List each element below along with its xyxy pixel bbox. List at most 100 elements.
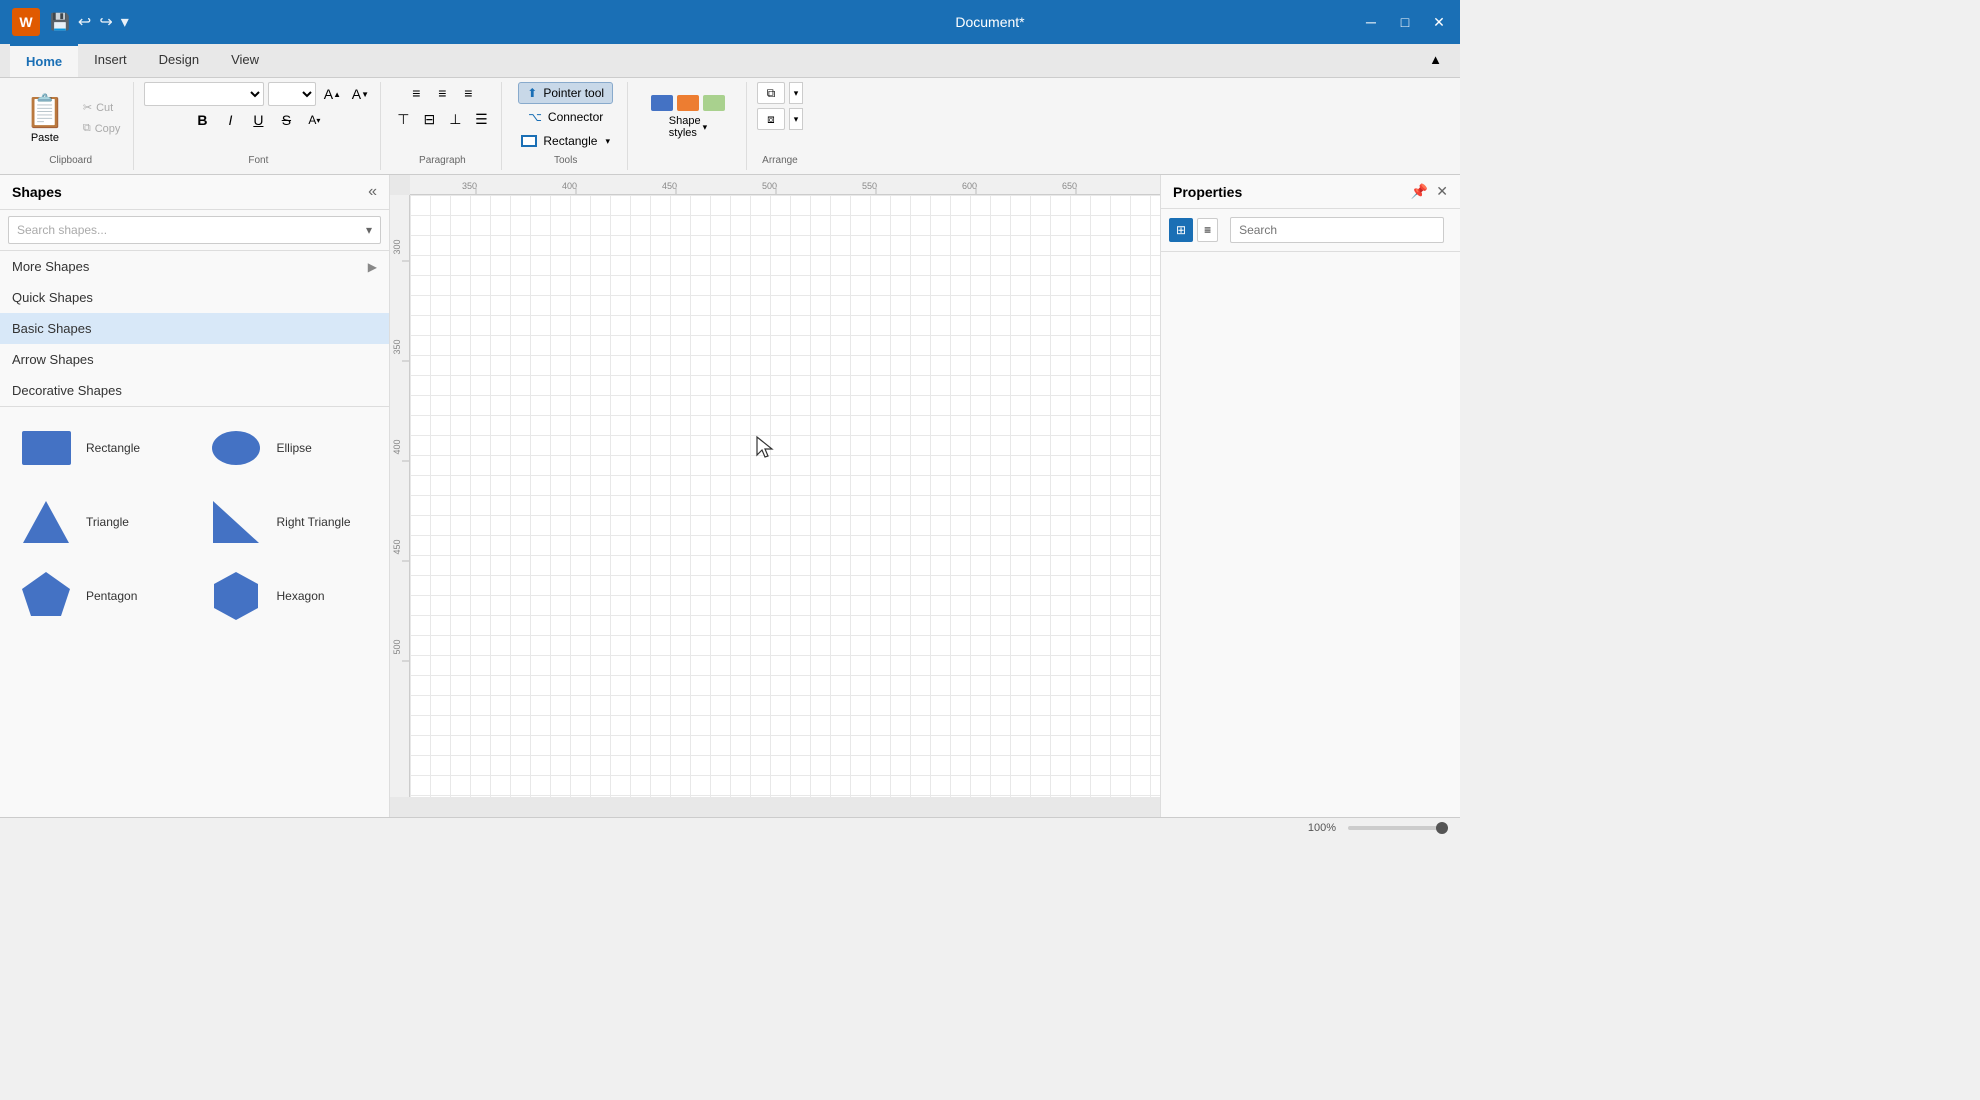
shape-styles-button[interactable]: Shapestyles ▾ <box>638 90 738 144</box>
title-bar-left: W 💾 ↩ ↪ ▾ <box>12 8 129 36</box>
rectangle-dropdown-icon[interactable]: ▾ <box>605 136 610 147</box>
tab-view[interactable]: View <box>215 44 275 77</box>
ruler-top: 350 400 450 500 550 600 650 700 750 <box>410 175 1160 195</box>
properties-grid-view-button[interactable]: ⊞ <box>1169 218 1193 242</box>
save-icon[interactable]: 💾 <box>50 12 70 32</box>
align-middle-button[interactable]: ⊟ <box>417 108 441 130</box>
shapes-search-box[interactable]: Search shapes... ▾ <box>8 216 381 244</box>
align-left-button[interactable]: ≡ <box>404 82 428 104</box>
svg-text:300: 300 <box>392 239 402 254</box>
properties-panel-controls: 📌 ✕ <box>1411 183 1448 200</box>
shape-ellipse[interactable]: Ellipse <box>199 415 382 481</box>
arrange-back-dropdown[interactable]: ▾ <box>789 108 803 130</box>
shapes-nav-arrow-shapes[interactable]: Arrow Shapes <box>0 344 389 375</box>
tab-design[interactable]: Design <box>143 44 215 77</box>
font-shrink-button[interactable]: A▼ <box>348 82 372 106</box>
shape-triangle[interactable]: Triangle <box>8 489 191 555</box>
svg-text:350: 350 <box>462 181 477 191</box>
title-bar: W 💾 ↩ ↪ ▾ Document* ─ □ ✕ <box>0 0 1460 44</box>
arrange-front-dropdown[interactable]: ▾ <box>789 82 803 104</box>
shape-styles-dropdown-icon[interactable]: ▾ <box>703 122 708 133</box>
cut-button[interactable]: ✂ Cut <box>78 98 126 117</box>
highlight-color-button[interactable]: A▾ <box>302 108 326 132</box>
shape-right-triangle-label: Right Triangle <box>277 515 351 529</box>
strikethrough-button[interactable]: S <box>274 108 298 132</box>
ruler-left-svg: 300 350 400 450 500 <box>390 195 410 797</box>
maximize-button[interactable]: □ <box>1396 14 1414 31</box>
ruler-left: 300 350 400 450 500 <box>390 195 410 797</box>
shapes-nav-basic-shapes[interactable]: Basic Shapes <box>0 313 389 344</box>
shapes-search-dropdown-icon[interactable]: ▾ <box>366 223 372 237</box>
svg-text:500: 500 <box>392 639 402 654</box>
font-grow-button[interactable]: A▲ <box>320 82 344 106</box>
shapes-nav-decorative-shapes[interactable]: Decorative Shapes <box>0 375 389 406</box>
copy-button[interactable]: ⧉ Copy <box>78 119 126 138</box>
svg-text:450: 450 <box>392 539 402 554</box>
italic-button[interactable]: I <box>218 108 242 132</box>
arrange-row-top: ⧉ ▾ <box>757 82 803 104</box>
undo-icon[interactable]: ↩ <box>78 12 91 32</box>
shapes-nav-quick-shapes[interactable]: Quick Shapes <box>0 282 389 313</box>
align-bottom-button[interactable]: ⊥ <box>443 108 467 130</box>
connector-button[interactable]: ⌥ Connector <box>519 106 612 128</box>
window-title: Document* <box>955 14 1024 30</box>
dropdown-icon[interactable]: ▾ <box>121 12 129 32</box>
properties-pin-button[interactable]: 📌 <box>1411 183 1428 200</box>
properties-search-input[interactable] <box>1230 217 1444 243</box>
minimize-button[interactable]: ─ <box>1362 14 1380 31</box>
rectangle-label: Rectangle <box>543 134 597 148</box>
font-name-select[interactable] <box>144 82 264 106</box>
clipboard-group: 📋 Paste ✂ Cut ⧉ Copy Clipboard <box>8 82 134 170</box>
ribbon: Home Insert Design View ▲ 📋 Paste ✂ Cut <box>0 44 1460 175</box>
app-logo: W <box>12 8 40 36</box>
tab-insert[interactable]: Insert <box>78 44 143 77</box>
align-center-button[interactable]: ≡ <box>430 82 454 104</box>
underline-button[interactable]: U <box>246 108 270 132</box>
shape-ellipse-thumb <box>207 423 267 473</box>
clipboard-label: Clipboard <box>49 155 92 166</box>
pointer-tool-button[interactable]: ⬆ Pointer tool <box>518 82 613 104</box>
shapes-nav-more-shapes[interactable]: More Shapes ▶ <box>0 251 389 282</box>
shapes-panel-collapse-button[interactable]: « <box>368 183 377 201</box>
font-group: A▲ A▼ B I U S A▾ Font <box>136 82 381 170</box>
shape-right-triangle-thumb <box>207 497 267 547</box>
redo-icon[interactable]: ↪ <box>99 12 112 32</box>
shape-right-triangle[interactable]: Right Triangle <box>199 489 382 555</box>
rectangle-tool-button[interactable]: Rectangle ▾ <box>512 130 619 152</box>
ribbon-collapse-button[interactable]: ▲ <box>1421 44 1450 77</box>
shape-triangle-label: Triangle <box>86 515 129 529</box>
shape-styles-content: Shapestyles ▾ <box>638 82 738 170</box>
bold-button[interactable]: B <box>190 108 214 132</box>
shape-pentagon-thumb <box>16 571 76 621</box>
align-top-button[interactable]: ⊤ <box>391 108 415 130</box>
properties-close-button[interactable]: ✕ <box>1436 183 1448 200</box>
zoom-thumb[interactable] <box>1436 822 1448 834</box>
align-right-button[interactable]: ≡ <box>456 82 480 104</box>
font-label: Font <box>248 155 268 166</box>
zoom-slider[interactable] <box>1348 826 1448 830</box>
shape-rectangle-label: Rectangle <box>86 441 140 455</box>
close-button[interactable]: ✕ <box>1430 14 1448 31</box>
right-triangle-shape-svg <box>209 497 264 547</box>
shapes-panel-header: Shapes « <box>0 175 389 210</box>
properties-list-view-button[interactable]: ≡ <box>1197 218 1218 242</box>
arrange-row-bottom: ⧈ ▾ <box>757 108 803 130</box>
arrange-front-button[interactable]: ⧉ <box>757 82 785 104</box>
ellipse-shape-svg <box>209 426 264 470</box>
cursor-indicator <box>755 435 775 464</box>
paste-button[interactable]: 📋 Paste <box>16 87 74 149</box>
shape-rectangle[interactable]: Rectangle <box>8 415 191 481</box>
tab-home-trigger[interactable]: Home <box>10 44 78 77</box>
clipboard-small-buttons: ✂ Cut ⧉ Copy <box>78 98 126 138</box>
font-size-select[interactable] <box>268 82 316 106</box>
shape-hexagon[interactable]: Hexagon <box>199 563 382 629</box>
arrange-back-button[interactable]: ⧈ <box>757 108 785 130</box>
paste-icon: 📋 <box>25 92 65 130</box>
align-justify-button[interactable]: ☰ <box>469 108 493 130</box>
rectangle-shape-svg <box>19 426 74 470</box>
basic-shapes-label: Basic Shapes <box>12 321 92 336</box>
shape-pentagon[interactable]: Pentagon <box>8 563 191 629</box>
connector-label: Connector <box>548 110 603 124</box>
canvas[interactable] <box>410 195 1160 797</box>
arrange-label: Arrange <box>762 155 798 166</box>
